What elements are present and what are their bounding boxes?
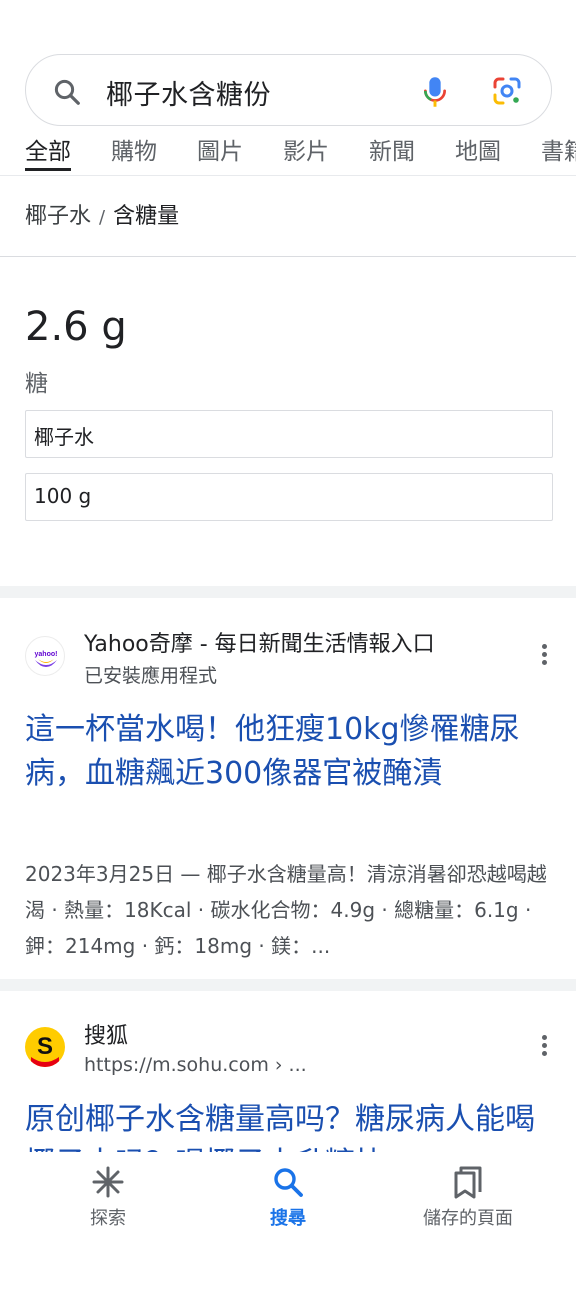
- result-title[interactable]: 這一杯當水喝！他狂瘦10kg慘罹糖尿病，血糖飆近300像器官被醃漬: [25, 708, 555, 840]
- result-site-name[interactable]: Yahoo奇摩 - 每日新聞生活情報入口: [84, 626, 435, 658]
- nav-search-label: 搜尋: [270, 1208, 306, 1229]
- bottom-navigation: 探索 搜尋 儲存的頁面: [0, 1152, 576, 1312]
- google-lens-icon[interactable]: [491, 75, 523, 107]
- nav-saved-label: 儲存的頁面: [423, 1208, 513, 1229]
- search-icon: [54, 79, 80, 105]
- asterisk-icon: [92, 1166, 124, 1198]
- saved-pages-icon: [454, 1166, 482, 1199]
- result-site-name[interactable]: 搜狐: [84, 1018, 128, 1050]
- search-tabs: 全部 購物 圖片 影片 新聞 地圖 書籍: [0, 128, 576, 176]
- tab-books[interactable]: 書籍: [541, 132, 576, 166]
- nav-saved[interactable]: 儲存的頁面: [388, 1164, 548, 1230]
- nav-search[interactable]: 搜尋: [208, 1164, 368, 1230]
- result-snippet: 2023年3月25日 — 椰子水含糖量高！清涼消暑卻恐越喝越渴 · 熱量：18K…: [25, 862, 547, 958]
- breadcrumb-item-coconut-water[interactable]: 椰子水: [25, 204, 91, 229]
- tab-videos[interactable]: 影片: [283, 132, 329, 166]
- microphone-icon[interactable]: [421, 75, 449, 109]
- section-separator: [0, 586, 576, 598]
- search-bar[interactable]: 椰子水含糖份: [25, 54, 552, 126]
- result-site-sub: 已安裝應用程式: [84, 665, 218, 687]
- result-site-url: https://m.sohu.com › ...: [84, 1054, 307, 1076]
- nutrition-label: 糖: [25, 371, 48, 397]
- nav-explore[interactable]: 探索: [28, 1164, 188, 1230]
- sohu-logo-icon: S: [31, 1033, 59, 1067]
- more-options-icon[interactable]: [536, 642, 552, 668]
- search-input[interactable]: 椰子水含糖份: [106, 73, 271, 112]
- sohu-logo-text: S: [37, 1033, 53, 1060]
- section-separator: [0, 979, 576, 991]
- yahoo-logo-icon: yahoo!: [35, 651, 58, 667]
- amount-select[interactable]: 100 g: [25, 473, 553, 521]
- search-icon: [274, 1168, 303, 1197]
- more-options-icon[interactable]: [536, 1033, 552, 1059]
- sohu-favicon: S: [25, 1027, 65, 1067]
- yahoo-logo-text: yahoo!: [35, 651, 58, 658]
- nav-explore-label: 探索: [90, 1208, 126, 1229]
- breadcrumb-separator: /: [99, 207, 106, 228]
- nutrition-value: 2.6 g: [25, 304, 127, 350]
- tab-all[interactable]: 全部: [25, 132, 71, 171]
- tab-news[interactable]: 新聞: [369, 132, 415, 166]
- breadcrumb: 椰子水 / 含糖量: [25, 198, 179, 230]
- tab-shopping[interactable]: 購物: [111, 132, 157, 166]
- tab-maps[interactable]: 地圖: [455, 132, 501, 166]
- breadcrumb-item-sugar-content: 含糖量: [113, 204, 180, 229]
- divider: [0, 256, 576, 257]
- tab-images[interactable]: 圖片: [197, 132, 243, 166]
- yahoo-favicon: yahoo!: [25, 636, 65, 676]
- food-select[interactable]: 椰子水: [25, 410, 553, 458]
